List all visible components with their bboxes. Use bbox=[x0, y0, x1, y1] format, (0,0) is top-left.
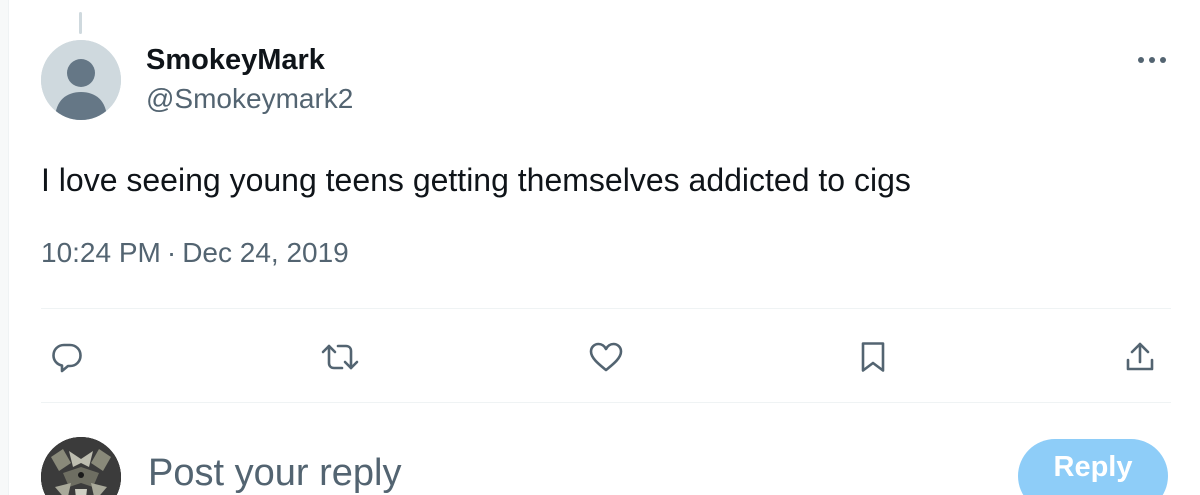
more-options-button[interactable] bbox=[1130, 42, 1174, 78]
divider-bottom bbox=[41, 402, 1171, 403]
share-action-button[interactable] bbox=[1118, 335, 1162, 379]
retweet-icon bbox=[321, 344, 359, 370]
user-photo-avatar bbox=[41, 437, 121, 495]
tweet-date: Dec 24, 2019 bbox=[182, 237, 349, 268]
tweet-time: 10:24 PM bbox=[41, 237, 161, 268]
like-action-button[interactable] bbox=[584, 335, 628, 379]
bookmark-action-button[interactable] bbox=[851, 335, 895, 379]
bookmark-icon bbox=[861, 342, 885, 372]
author-handle[interactable]: @Smokeymark2 bbox=[146, 83, 353, 115]
reply-input[interactable] bbox=[148, 448, 968, 495]
more-dots-icon bbox=[1138, 57, 1166, 63]
share-icon bbox=[1126, 342, 1154, 371]
default-avatar-icon bbox=[41, 40, 121, 120]
author-avatar[interactable] bbox=[41, 40, 121, 120]
tweet-timestamp[interactable]: 10:24 PM · Dec 24, 2019 bbox=[41, 237, 349, 269]
divider-top bbox=[41, 308, 1171, 309]
reply-button[interactable]: Reply bbox=[1018, 439, 1168, 495]
retweet-action-button[interactable] bbox=[318, 335, 362, 379]
timestamp-separator: · bbox=[166, 237, 177, 268]
current-user-avatar[interactable] bbox=[41, 437, 121, 495]
tweet-text: I love seeing young teens getting themse… bbox=[41, 162, 911, 198]
tweet-detail-view: SmokeyMark @Smokeymark2 I love seeing yo… bbox=[0, 0, 1200, 495]
left-border bbox=[0, 0, 9, 495]
reply-action-button[interactable] bbox=[45, 335, 89, 379]
reply-icon bbox=[52, 343, 82, 373]
thread-connector-line bbox=[79, 12, 82, 34]
heart-icon bbox=[589, 342, 623, 372]
author-display-name[interactable]: SmokeyMark bbox=[146, 44, 325, 77]
